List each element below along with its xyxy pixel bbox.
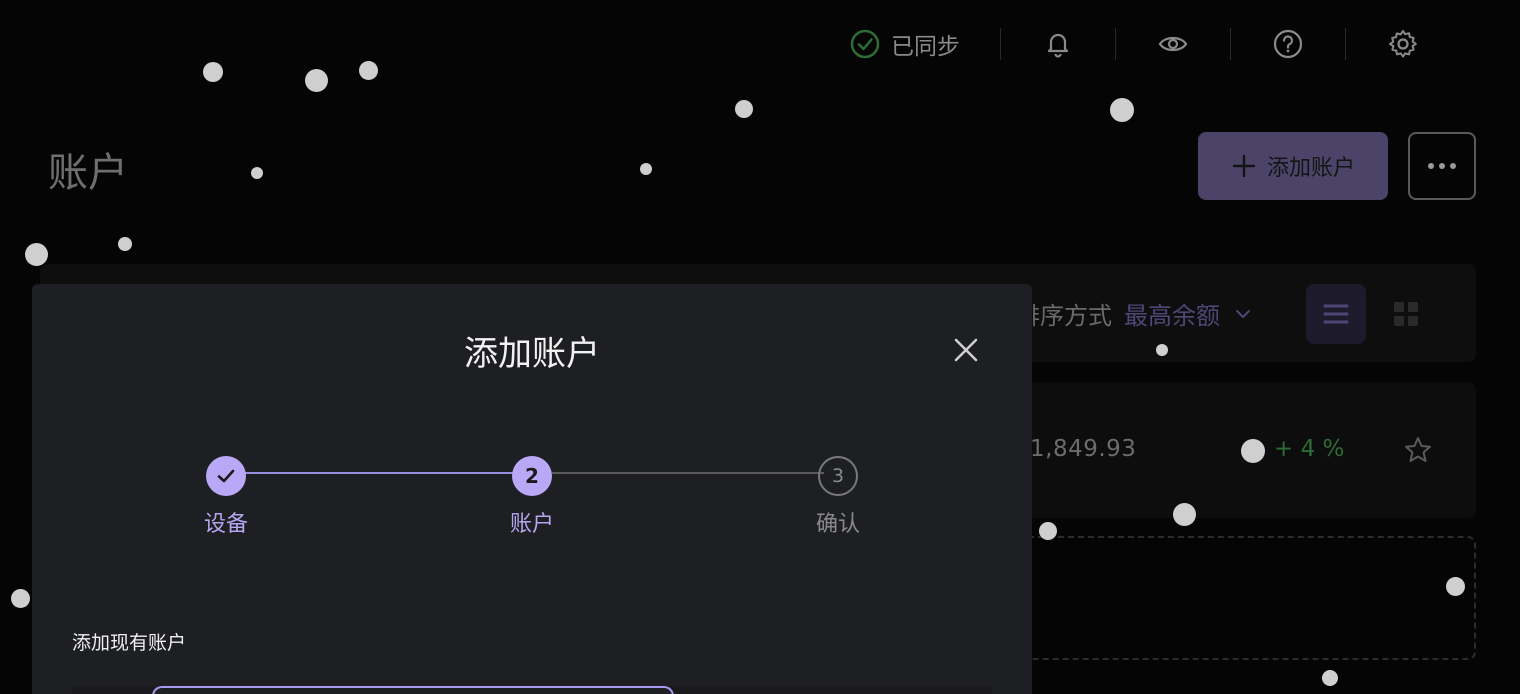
list-icon: [1323, 304, 1349, 324]
particle: [203, 62, 223, 82]
plus-icon: [1232, 154, 1256, 178]
particle: [1173, 503, 1196, 526]
sort-dropdown[interactable]: 排序方式 最高余额: [1016, 296, 1254, 331]
account-balance: 1,849.93: [1030, 436, 1137, 462]
existing-account-card[interactable]: [152, 686, 674, 694]
step-2-label: 账户: [509, 512, 554, 537]
add-account-placeholder[interactable]: [1000, 536, 1476, 660]
privacy-toggle-button[interactable]: [1116, 28, 1230, 60]
more-dot: [1439, 163, 1445, 169]
particle: [735, 100, 753, 118]
particle: [251, 167, 263, 179]
check-icon: [217, 469, 235, 483]
particle: [1446, 577, 1465, 596]
stepper-progress-line: [226, 472, 532, 474]
bell-icon: [1047, 33, 1069, 58]
step-3-label: 确认: [815, 512, 860, 537]
particle: [1241, 439, 1265, 463]
eye-icon: [1158, 36, 1188, 52]
particle: [640, 163, 652, 175]
step-1-label: 设备: [203, 512, 248, 537]
grid-icon: [1394, 302, 1418, 326]
add-account-modal: 添加账户 2 3 设备 账户 确认 添加现有账户: [32, 284, 1032, 694]
more-dot: [1428, 163, 1434, 169]
chevron-down-icon: [1236, 309, 1250, 318]
particle: [1322, 670, 1338, 686]
particle: [1039, 522, 1057, 540]
particle: [305, 69, 328, 92]
stepper-remaining-line: [552, 472, 824, 474]
notifications-button[interactable]: [1001, 28, 1115, 60]
particle: [118, 237, 132, 251]
list-view-toggle[interactable]: [1306, 284, 1366, 344]
page-title: 账户: [48, 150, 128, 196]
step-1-done: [206, 456, 246, 496]
gear-icon: [1389, 30, 1417, 58]
more-dot: [1450, 163, 1456, 169]
grid-view-toggle[interactable]: [1376, 284, 1436, 344]
close-icon[interactable]: [948, 332, 984, 368]
step-3-pending: 3: [818, 456, 858, 496]
particle: [11, 589, 30, 608]
step-2-active: 2: [512, 456, 552, 496]
modal-title: 添加账户: [464, 334, 600, 374]
add-account-label: 添加账户: [1266, 155, 1355, 180]
sync-check-icon: [850, 29, 880, 59]
help-icon: [1273, 29, 1303, 59]
particle: [359, 61, 378, 80]
sync-status: 已同步: [849, 27, 1000, 61]
section-label: 添加现有账户: [72, 632, 187, 654]
settings-button[interactable]: [1346, 28, 1460, 60]
account-change: + 4 %: [1274, 436, 1345, 462]
particle: [25, 243, 48, 266]
star-icon[interactable]: [1402, 434, 1434, 466]
sync-status-label: 已同步: [891, 34, 960, 60]
help-button[interactable]: [1231, 28, 1345, 60]
more-options-button[interactable]: [1408, 132, 1476, 200]
sort-value: 最高余额: [1124, 302, 1220, 330]
particle: [1156, 344, 1168, 356]
top-bar: 已同步: [849, 22, 1460, 66]
particle: [1110, 98, 1134, 122]
add-account-button[interactable]: 添加账户: [1198, 132, 1388, 200]
